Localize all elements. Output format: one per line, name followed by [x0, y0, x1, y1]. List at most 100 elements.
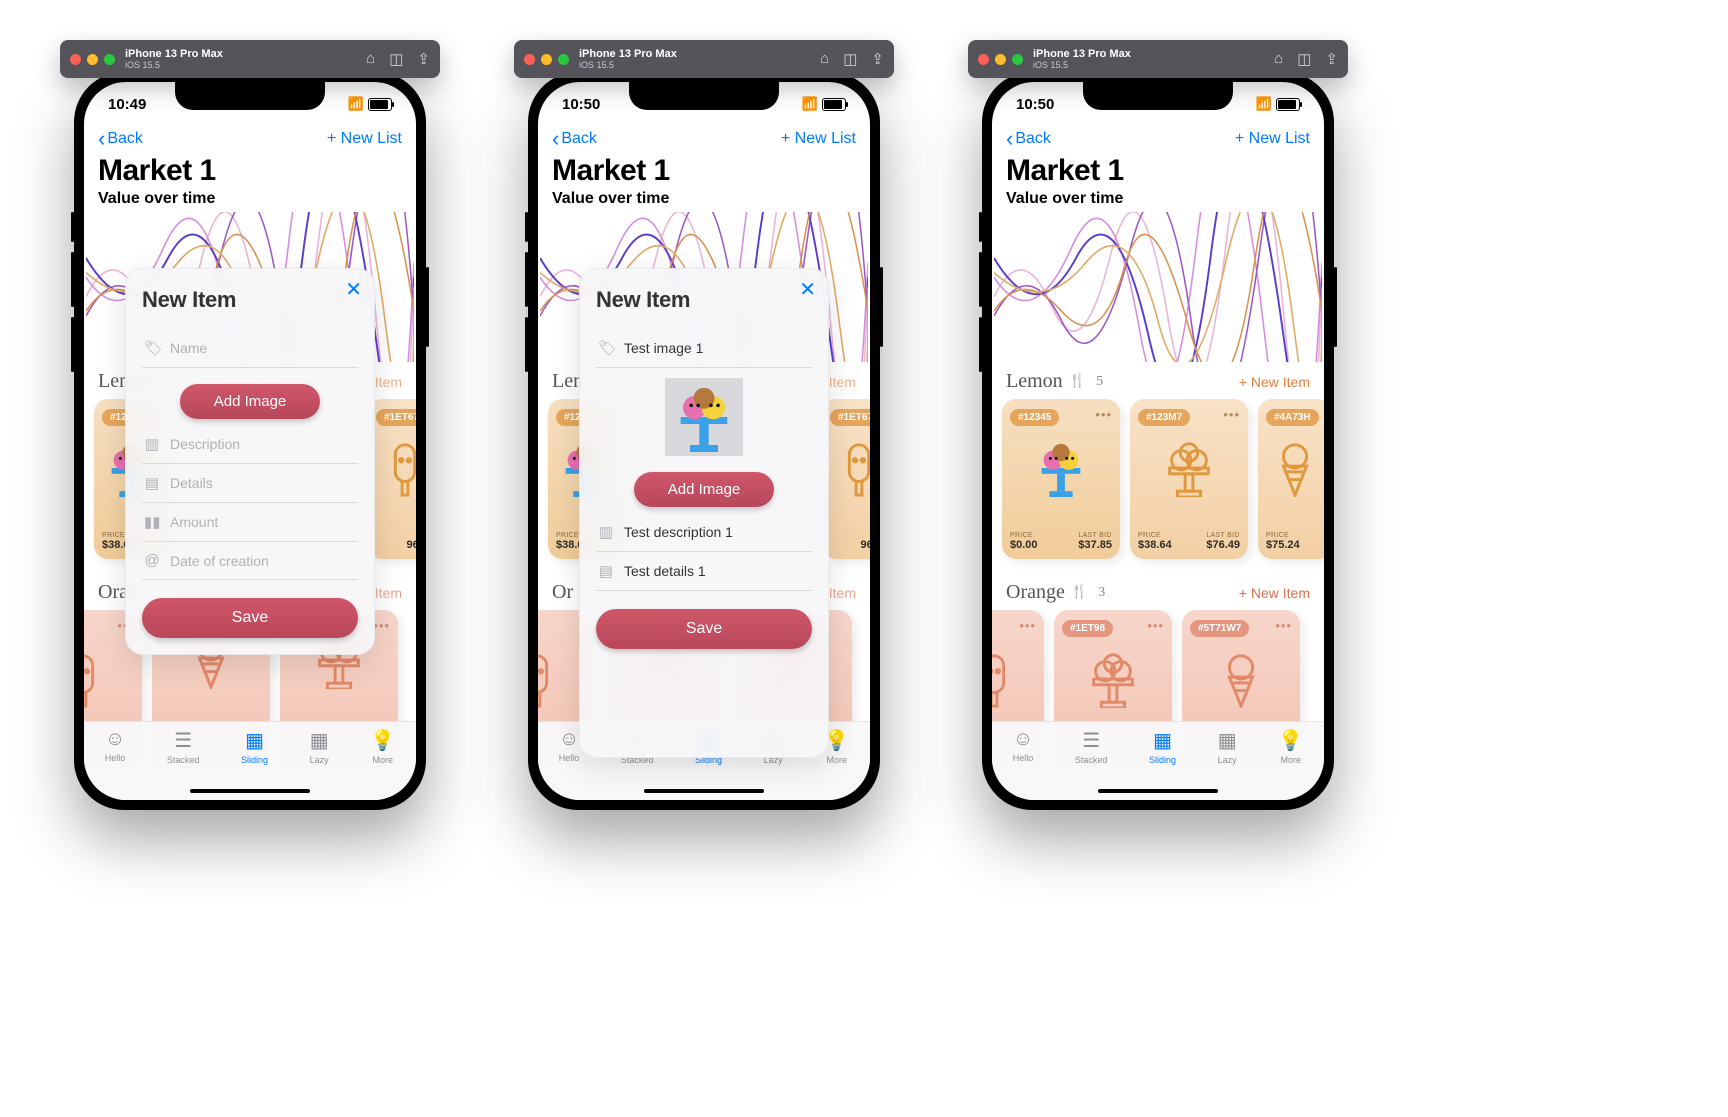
name-field[interactable]: 🏷Test image 1: [596, 329, 812, 368]
simulator-device-label: iPhone 13 Pro Max: [579, 48, 677, 60]
item-tag: #1ET98: [1062, 620, 1113, 637]
tab-more[interactable]: 💡More: [1278, 728, 1303, 800]
tab-hello[interactable]: ☺Hello: [105, 728, 126, 800]
back-button[interactable]: ‹Back: [1006, 128, 1051, 150]
screenshot-icon[interactable]: ◫: [389, 50, 403, 68]
clock-label: 10:50: [1016, 96, 1054, 113]
minimize-icon[interactable]: [87, 54, 98, 65]
item-card[interactable]: #1ET67 96.34: [822, 399, 870, 559]
minimize-icon[interactable]: [995, 54, 1006, 65]
description-field[interactable]: ▥Test description 1: [596, 513, 812, 552]
new-list-button[interactable]: + New List: [1235, 130, 1310, 148]
save-button[interactable]: Save: [596, 609, 812, 649]
close-icon[interactable]: [978, 54, 989, 65]
more-icon[interactable]: •••: [1147, 618, 1164, 633]
tab-hello[interactable]: ☺Hello: [559, 728, 580, 800]
face-icon: ☺: [559, 728, 579, 751]
category-name: Orange: [1006, 581, 1065, 604]
item-card[interactable]: #12345 ••• PRICE$0.00 LAST BID$37.85: [1002, 399, 1120, 559]
face-icon: ☺: [105, 728, 125, 751]
item-tag: #1ET67: [376, 409, 416, 426]
close-icon[interactable]: [524, 54, 535, 65]
simulator-device-label: iPhone 13 Pro Max: [125, 48, 223, 60]
chart-title: Value over time: [84, 190, 416, 212]
item-tag: #12345: [1010, 409, 1059, 426]
fork-knife-icon: 🍴: [1069, 373, 1086, 390]
fork-knife-icon: 🍴: [1071, 584, 1088, 601]
simulator-titlebar: iPhone 13 Pro Max iOS 15.5 ⌂ ◫ ⇪: [60, 40, 440, 78]
grid2-icon: ▦: [310, 728, 329, 753]
simulator-os-label: iOS 15.5: [125, 60, 223, 70]
new-list-button[interactable]: + New List: [781, 130, 856, 148]
more-icon[interactable]: •••: [1019, 618, 1036, 633]
grid-icon: ▦: [245, 728, 264, 753]
wifi-icon: 📶: [1256, 96, 1272, 112]
new-list-button[interactable]: + New List: [327, 130, 402, 148]
tab-hello[interactable]: ☺Hello: [1013, 728, 1034, 800]
more-icon[interactable]: •••: [373, 618, 390, 633]
battery-icon: [822, 98, 846, 111]
back-label: Back: [1015, 130, 1051, 148]
home-indicator[interactable]: [644, 789, 764, 793]
name-field[interactable]: 🏷Name: [142, 329, 358, 368]
chart-icon: ▮▮: [144, 513, 160, 531]
share-icon[interactable]: ⇪: [417, 50, 430, 68]
date-field[interactable]: @Date of creation: [142, 542, 358, 580]
more-icon[interactable]: •••: [1095, 407, 1112, 422]
amount-field[interactable]: ▮▮Amount: [142, 503, 358, 542]
item-card[interactable]: #4A73H PRICE$75.24: [1258, 399, 1324, 559]
item-card[interactable]: #123M7 ••• PRICE$38.64 LAST BID$76.49: [1130, 399, 1248, 559]
chart-area: [994, 212, 1322, 362]
zoom-icon[interactable]: [1012, 54, 1023, 65]
stack-icon: ☰: [1082, 728, 1100, 753]
screenshot-icon[interactable]: ◫: [1297, 50, 1311, 68]
share-icon[interactable]: ⇪: [1325, 50, 1338, 68]
home-icon[interactable]: ⌂: [366, 50, 375, 68]
new-item-sheet: ✕ New Item 🏷Name Add Image ▥Description …: [125, 268, 375, 655]
simulator-titlebar: iPhone 13 Pro MaxiOS 15.5 ⌂ ◫ ⇪: [968, 40, 1348, 78]
home-indicator[interactable]: [1098, 789, 1218, 793]
zoom-icon[interactable]: [104, 54, 115, 65]
screenshot-icon[interactable]: ◫: [843, 50, 857, 68]
close-button[interactable]: ✕: [799, 277, 816, 302]
tab-lazy[interactable]: ▦Lazy: [1218, 728, 1237, 800]
zoom-icon[interactable]: [558, 54, 569, 65]
sheet-title: New Item: [142, 287, 358, 313]
add-image-button[interactable]: Add Image: [180, 384, 320, 419]
home-indicator[interactable]: [190, 789, 310, 793]
save-button[interactable]: Save: [142, 598, 358, 638]
more-icon[interactable]: •••: [1275, 618, 1292, 633]
tab-lazy[interactable]: ▦Lazy: [310, 728, 329, 800]
details-field[interactable]: ▤Test details 1: [596, 552, 812, 591]
new-item-button[interactable]: + New Item: [1239, 585, 1310, 601]
new-item-button[interactable]: + New Item: [1239, 374, 1310, 390]
simulator-device-label: iPhone 13 Pro Max: [1033, 48, 1131, 60]
close-icon[interactable]: [70, 54, 81, 65]
back-label: Back: [107, 130, 143, 148]
home-icon[interactable]: ⌂: [1274, 50, 1283, 68]
simulator-os-label: iOS 15.5: [579, 60, 677, 70]
minimize-icon[interactable]: [541, 54, 552, 65]
chart-title: Value over time: [992, 190, 1324, 212]
device-frame: 10:50 📶 ‹Back + New List Market 1 Value …: [528, 72, 880, 810]
back-button[interactable]: ‹Back: [552, 128, 597, 150]
close-button[interactable]: ✕: [345, 277, 362, 302]
device-frame: 10:50 📶 ‹Back + New List Market 1 Value …: [982, 72, 1334, 810]
add-image-button[interactable]: Add Image: [634, 472, 774, 507]
tab-more[interactable]: 💡More: [370, 728, 395, 800]
back-button[interactable]: ‹ Back: [98, 128, 143, 150]
share-icon[interactable]: ⇪: [871, 50, 884, 68]
more-icon[interactable]: •••: [1223, 407, 1240, 422]
face-icon: ☺: [1013, 728, 1033, 751]
tag-icon: 🏷: [598, 339, 614, 357]
simulator-os-label: iOS 15.5: [1033, 60, 1131, 70]
image-preview: [665, 378, 743, 456]
description-field[interactable]: ▥Description: [142, 425, 358, 464]
item-tag: #5T71W7: [1190, 620, 1249, 637]
item-card[interactable]: #1ET67 96.34: [368, 399, 416, 559]
clock-label: 10:49: [108, 96, 146, 113]
clock-label: 10:50: [562, 96, 600, 113]
details-field[interactable]: ▤Details: [142, 464, 358, 503]
home-icon[interactable]: ⌂: [820, 50, 829, 68]
sheet-title: New Item: [596, 287, 812, 313]
